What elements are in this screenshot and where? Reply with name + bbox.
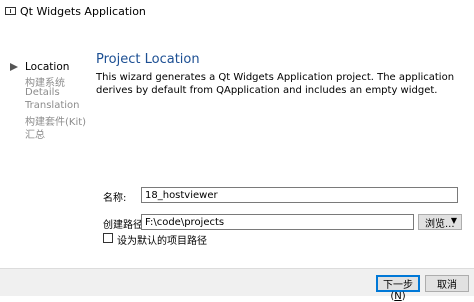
default-path-checkbox[interactable] bbox=[103, 233, 113, 243]
next-button[interactable]: 下一步(N) bbox=[376, 275, 420, 302]
browse-button[interactable]: 浏览... ▼ bbox=[418, 214, 462, 230]
project-name-input[interactable] bbox=[141, 187, 458, 203]
name-label: 名称: bbox=[103, 193, 127, 204]
next-button-mnemonic: N bbox=[394, 291, 402, 302]
sidebar-item-translation: Translation bbox=[25, 100, 80, 111]
window-icon bbox=[5, 7, 16, 15]
sidebar-item-location: Location bbox=[25, 61, 70, 73]
sidebar-item-details: Details bbox=[25, 87, 60, 98]
dropdown-caret-icon: ▼ bbox=[450, 216, 457, 225]
project-path-input[interactable] bbox=[141, 214, 414, 230]
page-description: This wizard generates a Qt Widgets Appli… bbox=[96, 72, 455, 96]
sidebar-item-summary: 汇总 bbox=[25, 130, 45, 141]
next-button-suffix: ) bbox=[401, 291, 406, 302]
cancel-button[interactable]: 取消 bbox=[425, 275, 469, 292]
current-step-arrow-icon bbox=[10, 63, 18, 71]
default-path-checkbox-label[interactable]: 设为默认的项目路径 bbox=[117, 232, 207, 247]
title-bar: Qt Widgets Application bbox=[0, 0, 474, 24]
window-title: Qt Widgets Application bbox=[20, 5, 146, 18]
path-label: 创建路径: bbox=[103, 220, 147, 231]
page-title: Project Location bbox=[96, 52, 200, 67]
